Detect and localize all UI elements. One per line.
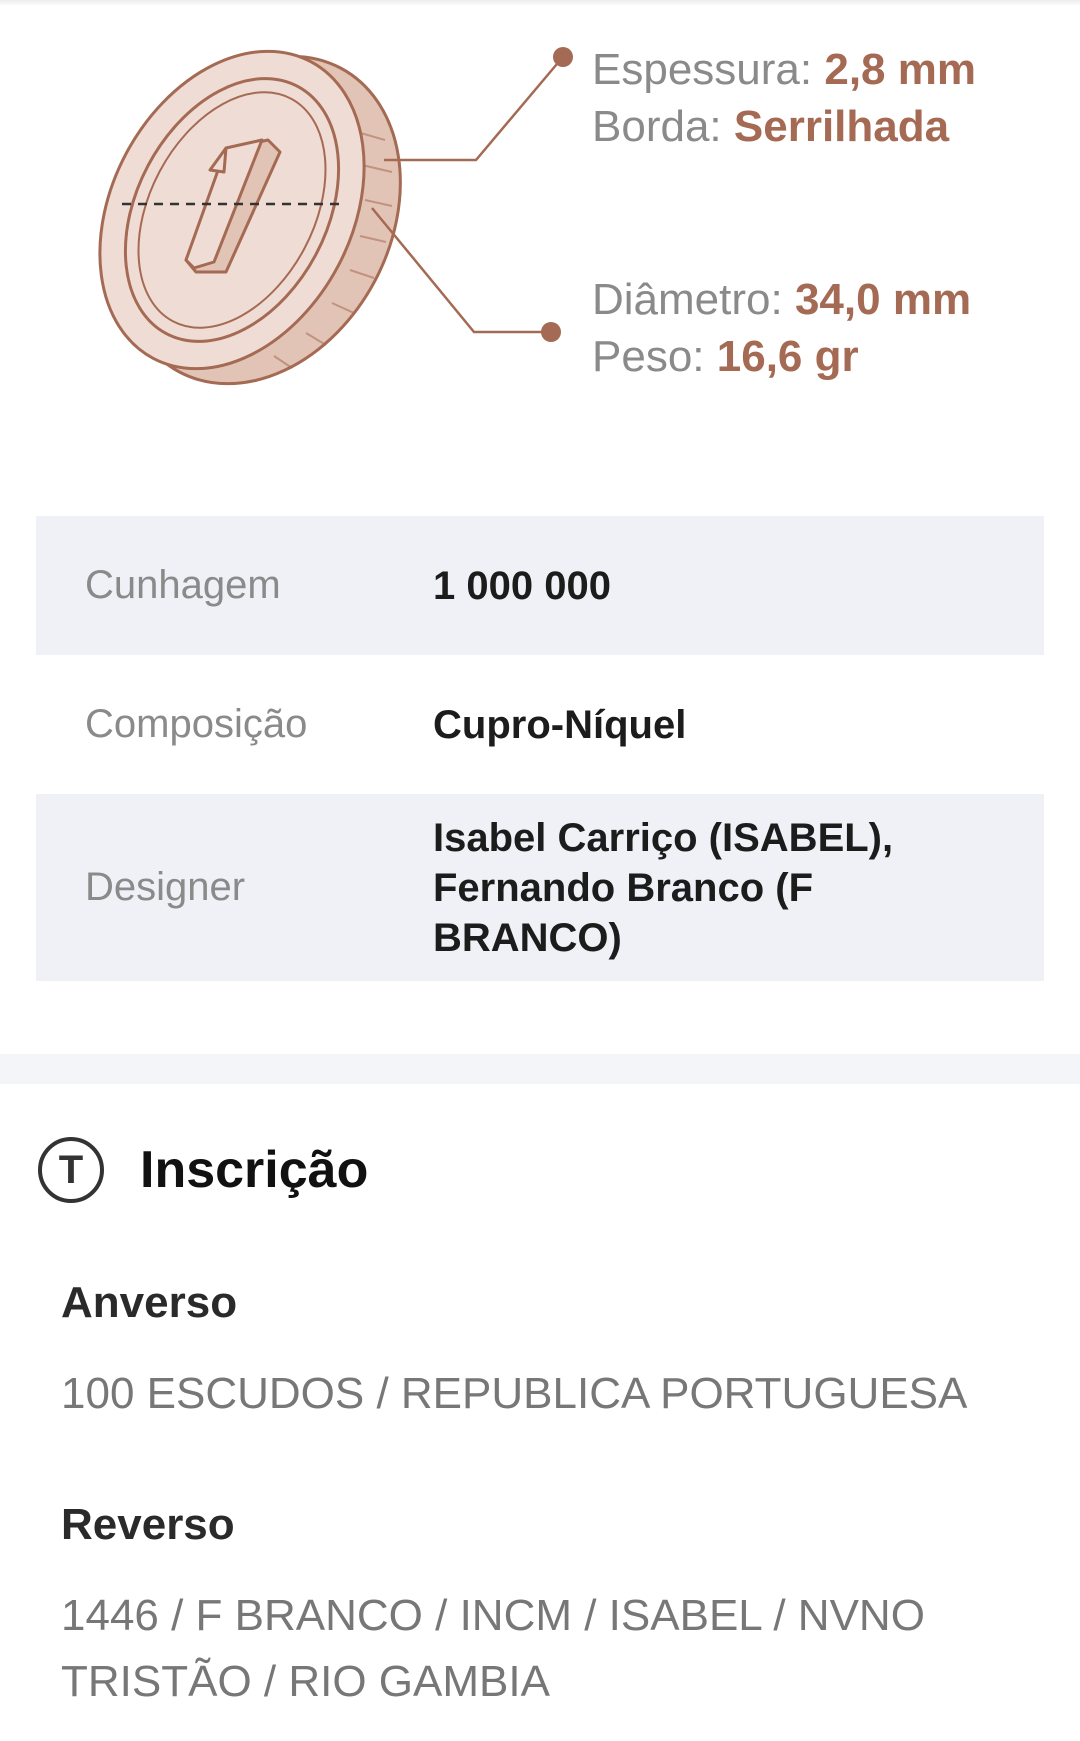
spec-edge-label: Borda: [592, 102, 722, 151]
spec-thickness-label: Espessura: [592, 45, 813, 94]
table-row: Cunhagem 1 000 000 [36, 516, 1044, 655]
reverse-text: 1446 / F BRANCO / INCM / ISABEL / NVNO T… [61, 1591, 925, 1706]
obverse-text: 100 ESCUDOS / REPUBLICA PORTUGUESA [61, 1369, 968, 1418]
table-row: Composição Cupro-Níquel [36, 655, 1044, 794]
spec-weight-value: 16,6 gr [716, 332, 859, 381]
callout-thickness [384, 47, 573, 162]
spec-edge-value: Serrilhada [733, 102, 950, 151]
spec-weight: Peso: 16,6 gr [592, 329, 859, 385]
mintage-value: 1 000 000 [433, 563, 611, 608]
t-circle-icon: T [38, 1137, 104, 1203]
table-row: Designer Isabel Carriço (ISABEL), Fernan… [36, 794, 1044, 981]
designer-label: Designer [85, 865, 246, 909]
spec-edge: Borda: Serrilhada [592, 99, 949, 155]
spec-thickness: Espessura: 2,8 mm [592, 42, 976, 98]
spec-thickness-value: 2,8 mm [824, 45, 976, 94]
obverse-title: Anverso [61, 1278, 238, 1327]
section-divider [0, 1054, 1080, 1084]
spec-diameter-label: Diâmetro: [592, 275, 783, 324]
composition-value: Cupro-Níquel [433, 702, 687, 747]
mintage-label: Cunhagem [85, 563, 281, 607]
composition-label: Composição [85, 702, 308, 746]
inscription-header: T Inscrição [38, 1134, 368, 1206]
spec-diameter-value: 34,0 mm [794, 275, 972, 324]
section-title: Inscrição [140, 1141, 369, 1199]
details-table: Cunhagem 1 000 000 Composição Cupro-Níqu… [36, 516, 1044, 981]
spec-diameter: Diâmetro: 34,0 mm [592, 272, 971, 328]
callout-diameter [371, 207, 561, 342]
designer-value: Isabel Carriço (ISABEL), Fernando Branco… [433, 815, 894, 960]
spec-weight-label: Peso: [592, 332, 705, 381]
reverse-title: Reverso [61, 1500, 235, 1549]
